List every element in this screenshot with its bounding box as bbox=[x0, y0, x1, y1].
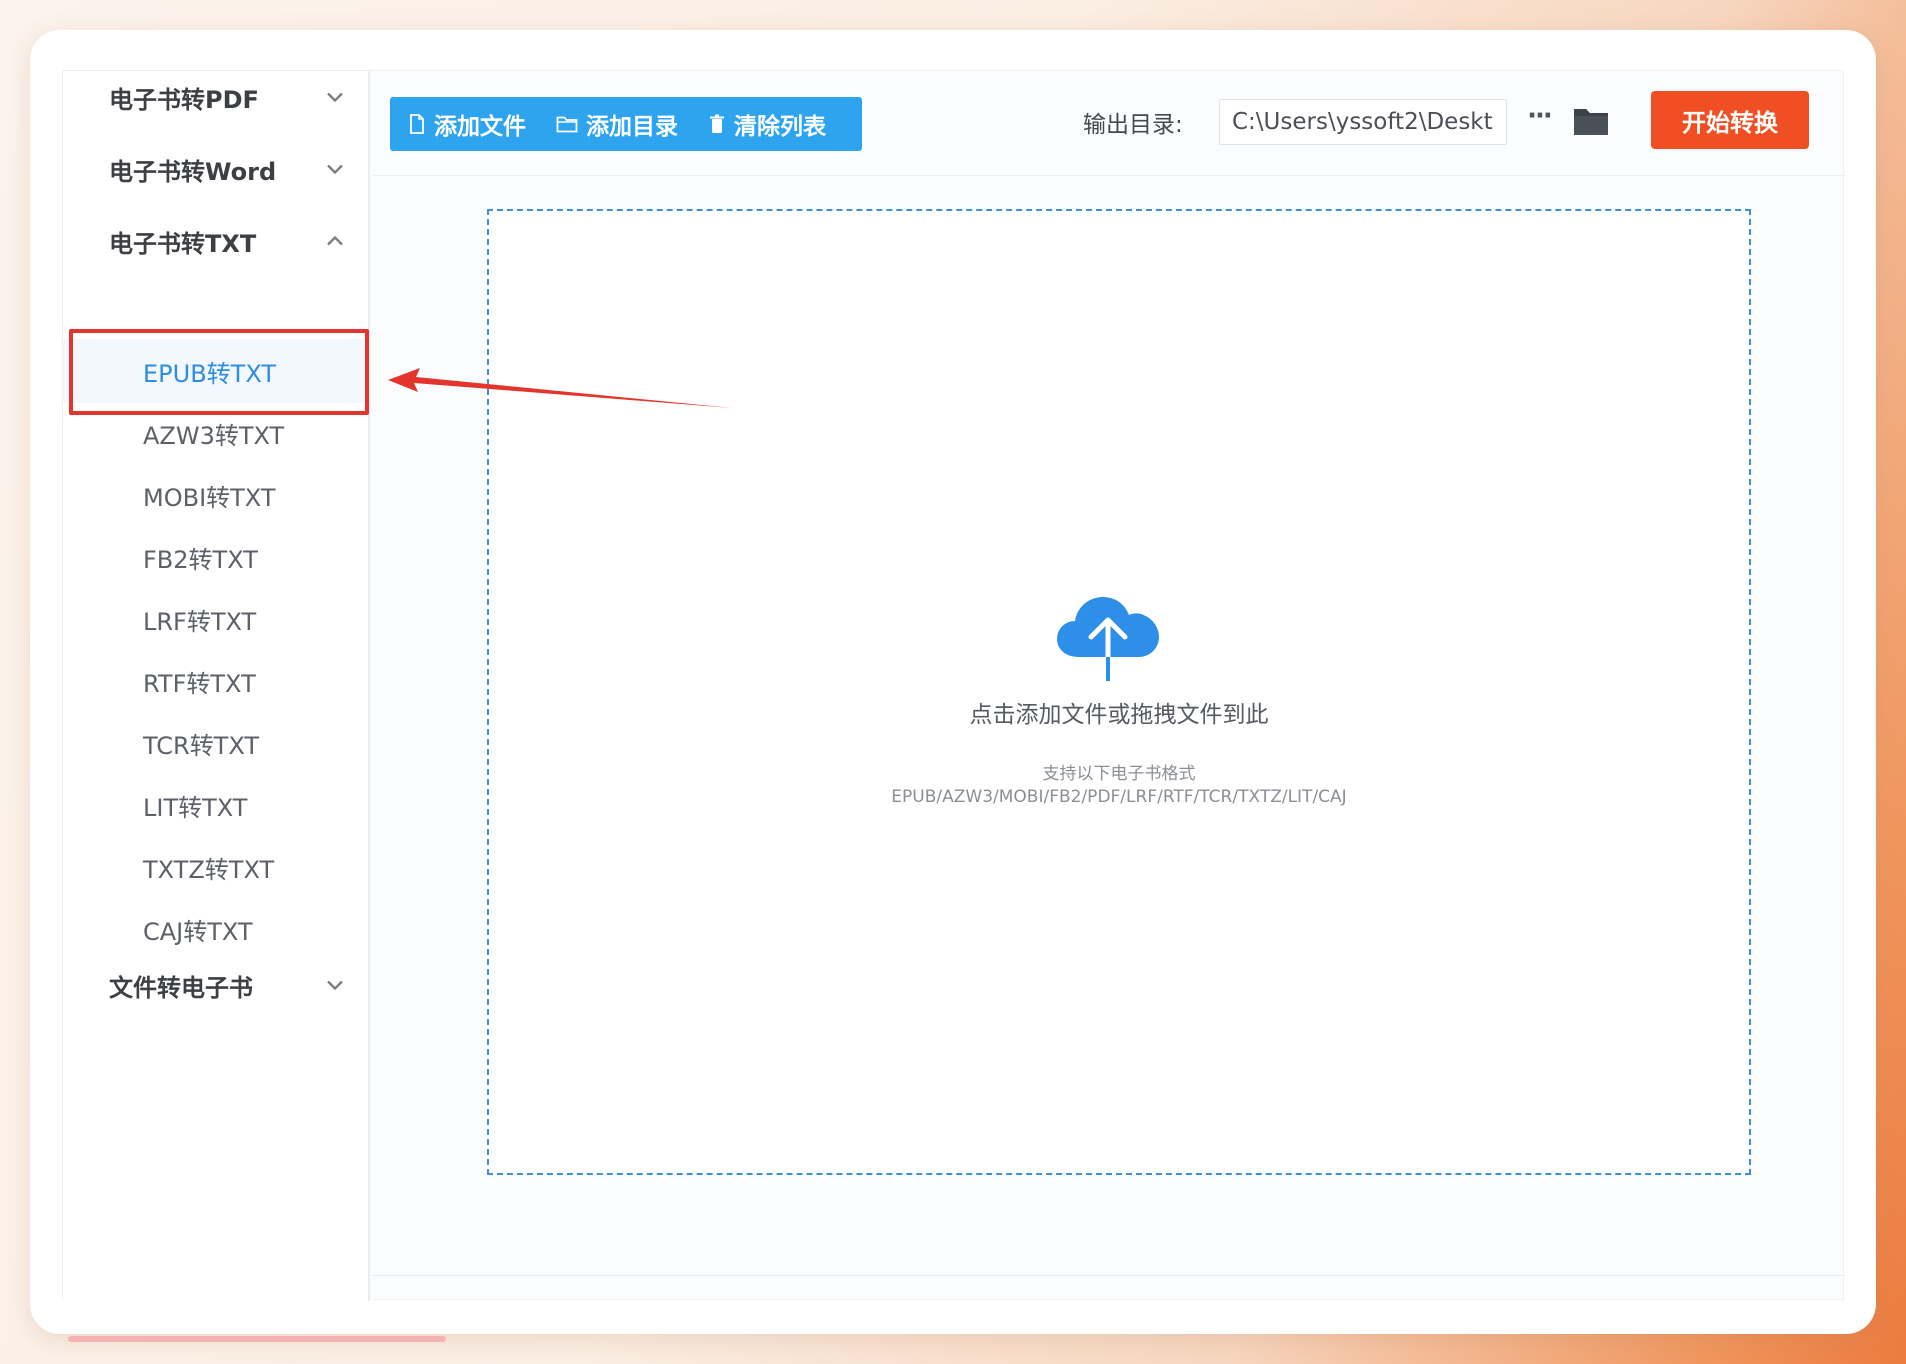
sidebar-item-txtz-txt[interactable]: TXTZ转TXT bbox=[63, 835, 368, 899]
browse-folder-button[interactable] bbox=[1571, 101, 1611, 141]
sidebar-group-label: 电子书转Word bbox=[109, 157, 277, 186]
sidebar-item-lrf-txt[interactable]: LRF转TXT bbox=[63, 587, 368, 651]
sidebar-item-mobi-txt[interactable]: MOBI转TXT bbox=[63, 463, 368, 527]
sidebar-group-txt[interactable]: 电子书转TXT bbox=[109, 221, 349, 261]
bottom-divider bbox=[372, 1275, 1845, 1276]
folder-icon bbox=[1574, 109, 1608, 135]
trash-icon bbox=[710, 114, 724, 133]
sidebar-item-epub-txt[interactable]: EPUB转TXT bbox=[63, 339, 368, 403]
toolbar-button-group: 添加文件 添加目录 清除列表 bbox=[390, 97, 862, 151]
sidebar-group-label: 电子书转TXT bbox=[109, 229, 257, 258]
cloud-upload-icon bbox=[1057, 597, 1159, 684]
decorative-bar bbox=[68, 1336, 446, 1342]
output-directory-label: 输出目录: bbox=[1083, 112, 1183, 138]
sidebar-group-word[interactable]: 电子书转Word bbox=[109, 149, 349, 189]
sidebar-item-lit-txt[interactable]: LIT转TXT bbox=[63, 773, 368, 837]
clear-list-button[interactable]: 清除列表 bbox=[708, 107, 826, 141]
start-convert-button[interactable]: 开始转换 bbox=[1651, 91, 1809, 149]
chevron-up-icon bbox=[327, 235, 343, 246]
add-directory-label: 添加目录 bbox=[586, 114, 678, 140]
drop-zone-title: 点击添加文件或拖拽文件到此 bbox=[969, 702, 1269, 728]
output-directory-input[interactable] bbox=[1219, 99, 1507, 145]
sidebar-group-label: 文件转电子书 bbox=[109, 973, 253, 1002]
app-window: 电子书转PDF 电子书转Word 电子书转TXT EPUB转TXT AZW3转T… bbox=[62, 70, 1845, 1301]
sidebar-item-fb2-txt[interactable]: FB2转TXT bbox=[63, 525, 368, 589]
file-drop-zone[interactable]: 点击添加文件或拖拽文件到此 支持以下电子书格式 EPUB/AZW3/MOBI/F… bbox=[487, 209, 1751, 1175]
chevron-down-icon bbox=[327, 92, 343, 103]
sidebar-item-tcr-txt[interactable]: TCR转TXT bbox=[63, 711, 368, 775]
supported-formats-caption: 支持以下电子书格式 bbox=[1042, 764, 1196, 784]
add-directory-button[interactable]: 添加目录 bbox=[556, 107, 678, 141]
sidebar-group-label: 电子书转PDF bbox=[109, 85, 259, 114]
sidebar-group-file-to-ebook[interactable]: 文件转电子书 bbox=[109, 965, 349, 1005]
add-file-button[interactable]: 添加文件 bbox=[408, 107, 526, 141]
more-options-button[interactable]: ··· bbox=[1521, 101, 1557, 141]
sidebar-item-azw3-txt[interactable]: AZW3转TXT bbox=[63, 401, 368, 465]
toolbar-divider bbox=[372, 175, 1845, 176]
file-icon bbox=[410, 114, 424, 134]
chevron-down-icon bbox=[327, 980, 343, 991]
folder-outline-icon bbox=[556, 116, 578, 133]
sidebar-group-pdf[interactable]: 电子书转PDF bbox=[109, 77, 349, 117]
sidebar-edge bbox=[370, 1181, 374, 1301]
sidebar-item-caj-txt[interactable]: CAJ转TXT bbox=[63, 897, 368, 961]
supported-formats-list: EPUB/AZW3/MOBI/FB2/PDF/LRF/RTF/TCR/TXTZ/… bbox=[891, 787, 1347, 807]
chevron-down-icon bbox=[327, 164, 343, 175]
sidebar: 电子书转PDF 电子书转Word 电子书转TXT EPUB转TXT AZW3转T… bbox=[63, 71, 370, 1301]
add-file-label: 添加文件 bbox=[434, 114, 526, 140]
clear-list-label: 清除列表 bbox=[734, 114, 826, 140]
sidebar-item-rtf-txt[interactable]: RTF转TXT bbox=[63, 649, 368, 713]
